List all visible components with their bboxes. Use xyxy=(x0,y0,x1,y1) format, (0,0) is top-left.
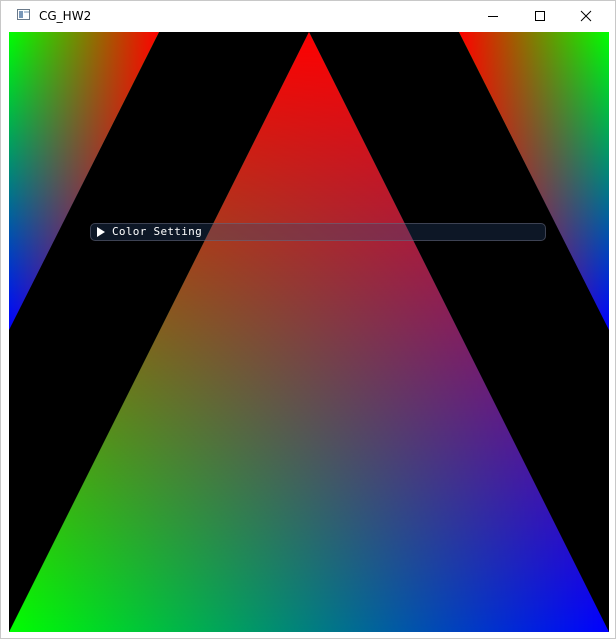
triangle-right-icon xyxy=(97,227,105,237)
close-button[interactable] xyxy=(563,1,608,31)
minimize-button[interactable] xyxy=(471,1,516,31)
maximize-button[interactable] xyxy=(517,1,562,31)
app-window-icon xyxy=(17,9,30,20)
scene-canvas xyxy=(9,32,609,632)
app-window: CG_HW2 Color Setting xyxy=(0,0,616,639)
close-icon xyxy=(580,10,592,22)
opengl-viewport[interactable]: Color Setting xyxy=(9,32,609,632)
minimize-icon xyxy=(488,16,498,17)
color-setting-label: Color Setting xyxy=(112,225,202,238)
window-title: CG_HW2 xyxy=(39,9,92,23)
maximize-icon xyxy=(535,11,545,21)
title-bar[interactable]: CG_HW2 xyxy=(1,1,615,31)
color-setting-header[interactable]: Color Setting xyxy=(90,223,546,241)
